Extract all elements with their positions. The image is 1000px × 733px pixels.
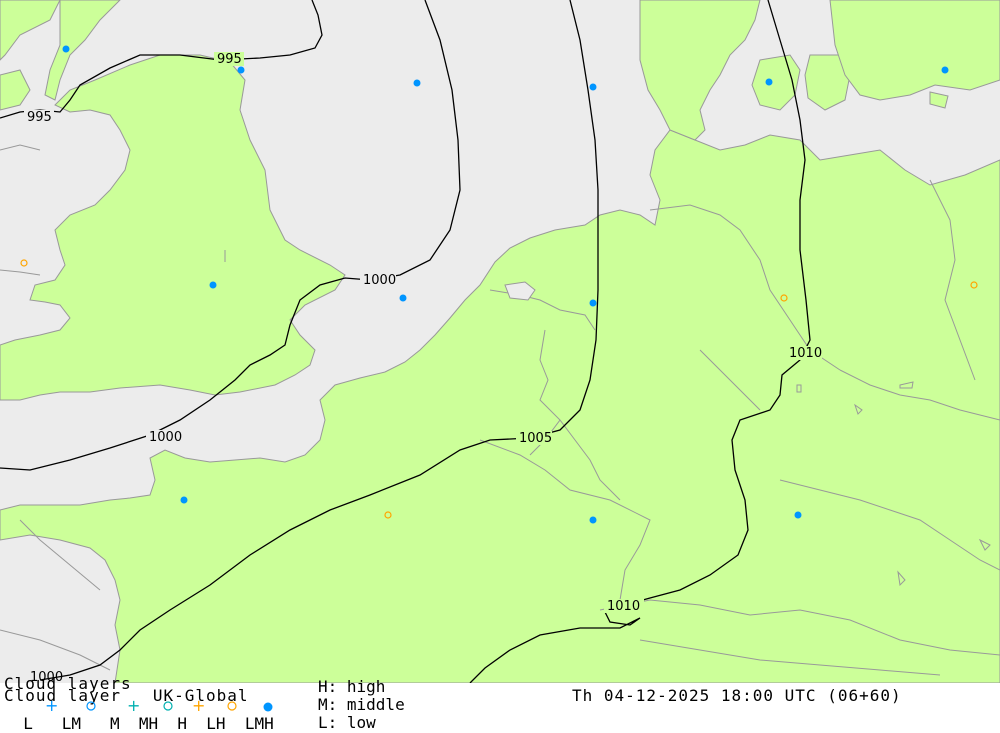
legend-symbol-m: + bbox=[127, 699, 140, 713]
legend-symbol-lh bbox=[227, 701, 237, 711]
isobar-label: 995 bbox=[27, 110, 52, 125]
station-symbol-lmh bbox=[209, 281, 217, 289]
legend-symbol-lm bbox=[86, 701, 96, 711]
station-symbol-lmh bbox=[589, 83, 597, 91]
legend-panel: Cloud layers Cloud layer UK-Global + + +… bbox=[0, 675, 1000, 733]
station-symbol-lmh bbox=[589, 516, 597, 524]
legend-symbol-mh bbox=[163, 701, 173, 711]
station-symbol-lmh bbox=[941, 66, 949, 74]
isobar-label: 1010 bbox=[607, 599, 640, 614]
isobar-label: 1005 bbox=[519, 431, 552, 446]
legend-symbol-h: + bbox=[192, 699, 205, 713]
forecast-datetime: Th 04-12-2025 18:00 UTC (06+60) bbox=[572, 686, 902, 705]
isobar-label: 1000 bbox=[149, 430, 182, 445]
station-symbol-lmh bbox=[237, 66, 245, 74]
land-sweden bbox=[829, 0, 1000, 101]
station-symbol-lmh bbox=[765, 78, 773, 86]
isobar-label: 1010 bbox=[789, 346, 822, 361]
station-symbol-lmh bbox=[589, 299, 597, 307]
weather-map: 995 995 1000 1000 1005 1010 1010 1000 bbox=[0, 0, 1000, 683]
isobar-label: 995 bbox=[217, 52, 242, 67]
station-symbol-lmh bbox=[413, 79, 421, 87]
station-symbol-lmh bbox=[62, 45, 70, 53]
station-symbol-lmh bbox=[399, 294, 407, 302]
legend-symbol-lmh bbox=[263, 702, 273, 712]
isobar-label: 1000 bbox=[363, 273, 396, 288]
station-symbol-lmh bbox=[180, 496, 188, 504]
legend-abbreviations: L LM M MH H LH LMH bbox=[4, 714, 274, 733]
legend-key-low: L: low bbox=[318, 713, 376, 732]
legend-symbols: + + + bbox=[45, 699, 273, 713]
station-symbol-lmh bbox=[794, 511, 802, 519]
legend-key-high: H: high bbox=[318, 677, 386, 696]
legend-symbol-l: + bbox=[45, 699, 58, 713]
legend-key-middle: M: middle bbox=[318, 695, 405, 714]
